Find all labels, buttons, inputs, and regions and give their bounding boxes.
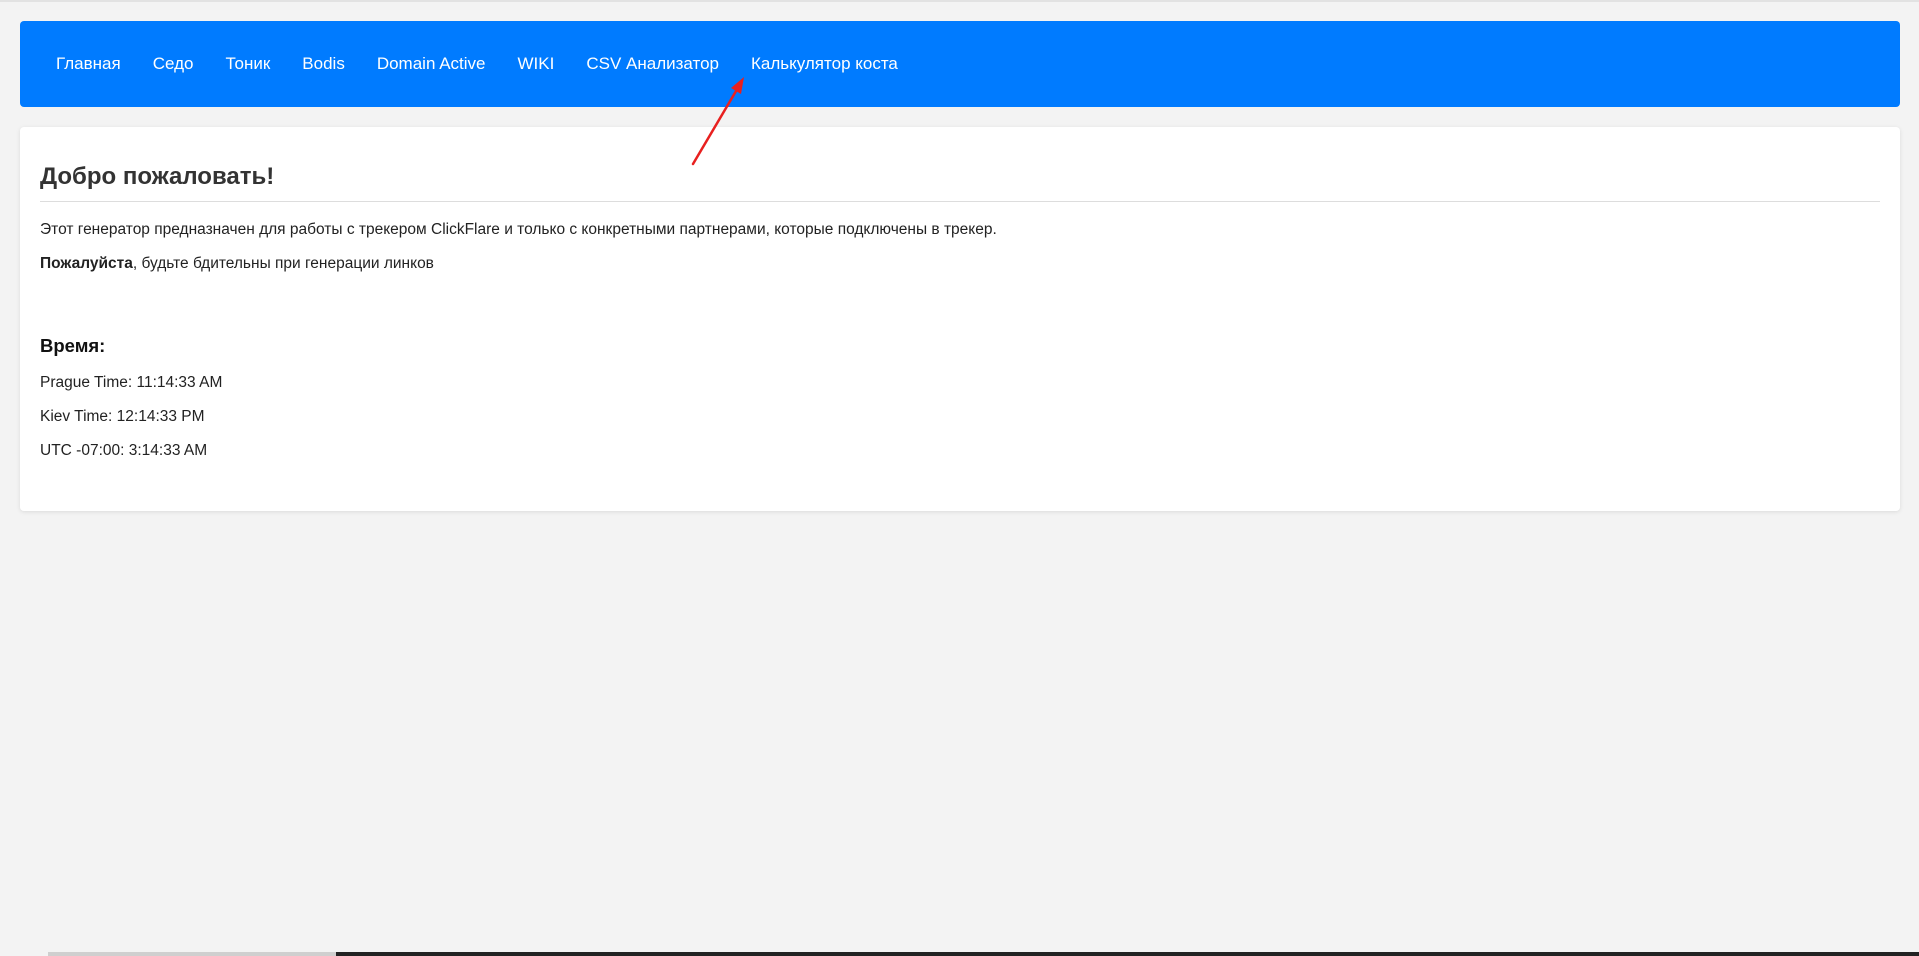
welcome-card: Добро пожаловать! Этот генератор предназ… — [20, 127, 1900, 511]
notice-rest: , будьте бдительны при генерации линков — [132, 255, 434, 272]
nav-link-bodis[interactable]: Bodis — [302, 54, 345, 74]
nav-link-sedo[interactable]: Седо — [153, 54, 194, 74]
taskbar-segment — [48, 952, 336, 956]
nav-link-wiki[interactable]: WIKI — [518, 54, 555, 74]
page: Главная Седо Тоник Bodis Domain Active W… — [0, 0, 1919, 956]
notice-text: Пожалуйста, будьте бдительны при генерац… — [40, 255, 1880, 273]
nav-link-csv-analyzer[interactable]: CSV Анализатор — [586, 54, 719, 74]
notice-bold: Пожалуйста — [40, 255, 133, 272]
time-heading: Время: — [40, 335, 106, 356]
top-navbar: Главная Седо Тоник Bodis Domain Active W… — [20, 21, 1900, 107]
nav-link-cost-calculator[interactable]: Калькулятор коста — [751, 54, 898, 74]
time-row-utc: UTC -07:00: 3:14:33 AM — [40, 442, 208, 459]
page-title: Добро пожаловать! — [40, 163, 275, 190]
time-row-prague: Prague Time: 11:14:33 AM — [40, 374, 223, 391]
time-row-kiev: Kiev Time: 12:14:33 PM — [40, 408, 205, 425]
taskbar — [336, 952, 1919, 956]
nav-link-domain-active[interactable]: Domain Active — [377, 54, 486, 74]
title-divider — [40, 201, 1880, 202]
nav-link-home[interactable]: Главная — [56, 54, 121, 74]
intro-text: Этот генератор предназначен для работы с… — [40, 221, 997, 238]
nav-link-tonik[interactable]: Тоник — [225, 54, 270, 74]
top-border — [0, 0, 1919, 2]
